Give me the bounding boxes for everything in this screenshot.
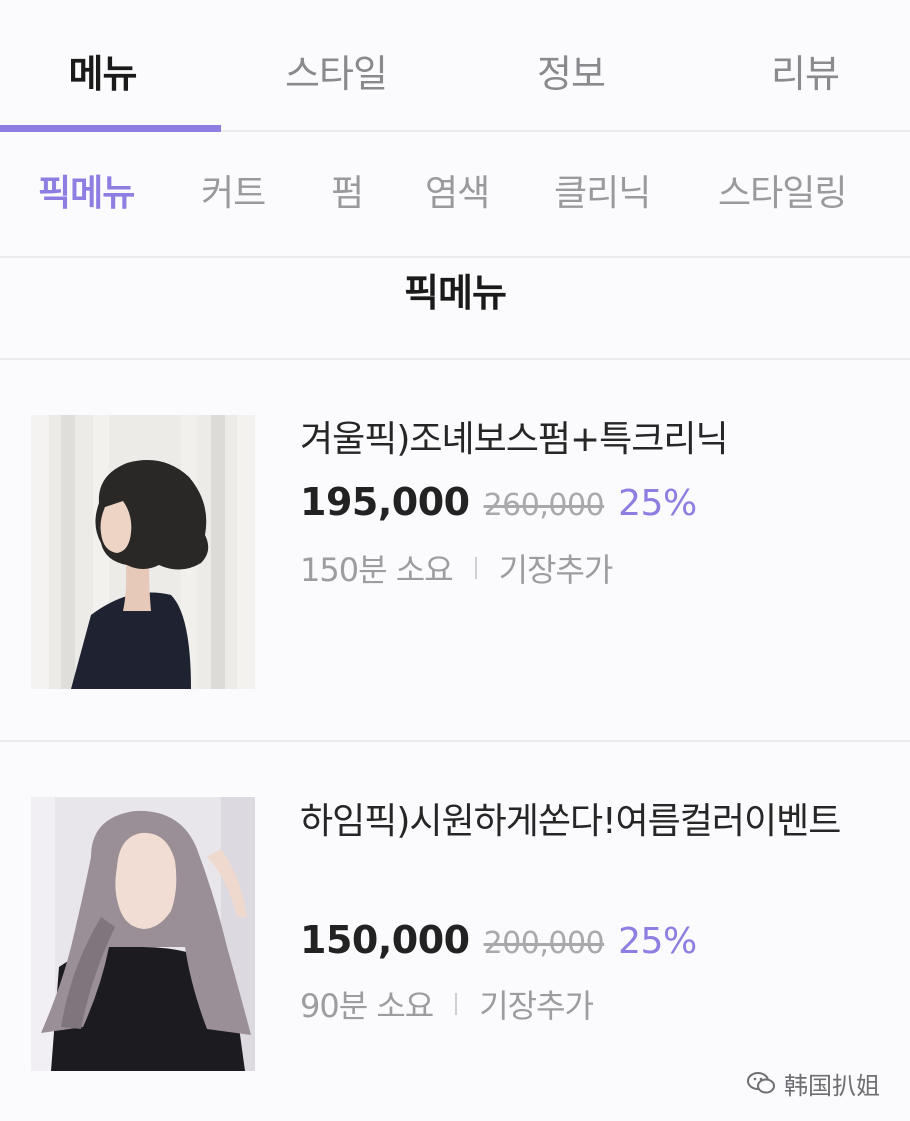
item-name[interactable]: 하임픽)시원하게쏜다!여름컬러이벤트 bbox=[300, 797, 880, 847]
bob-perm-photo bbox=[31, 415, 255, 689]
item-thumbnail[interactable] bbox=[31, 415, 255, 689]
price-row: 195,000 260,000 25% bbox=[300, 480, 697, 530]
category-tab-pick-menu[interactable]: 픽메뉴 bbox=[38, 166, 135, 222]
top-tab-bar: 메뉴 스타일 정보 리뷰 bbox=[0, 0, 910, 132]
meta-row: 90분 소요 기장추가 bbox=[300, 982, 594, 1026]
meta-row: 150분 소요 기장추가 bbox=[300, 546, 614, 590]
wechat-icon bbox=[747, 1072, 775, 1094]
discount-rate: 25% bbox=[618, 921, 697, 962]
watermark: 韩国扒姐 bbox=[746, 1063, 880, 1103]
meta-divider bbox=[455, 993, 458, 1015]
tab-style[interactable]: 스타일 bbox=[236, 44, 436, 104]
extra-option-text: 기장추가 bbox=[479, 987, 594, 1025]
item-thumbnail[interactable] bbox=[31, 797, 255, 1071]
meta-divider bbox=[474, 557, 477, 579]
category-tab-cut[interactable]: 커트 bbox=[201, 166, 266, 222]
tab-review[interactable]: 리뷰 bbox=[705, 44, 905, 104]
category-tab-color[interactable]: 염색 bbox=[425, 166, 490, 222]
tab-menu[interactable]: 메뉴 bbox=[0, 44, 205, 104]
menu-page: 메뉴 스타일 정보 리뷰 픽메뉴 커트 펌 염색 클리닉 스타일링 픽메뉴 겨울… bbox=[0, 0, 910, 1121]
watermark-text: 韩国扒姐 bbox=[784, 1071, 880, 1100]
sale-price: 150,000 bbox=[300, 918, 470, 962]
category-tab-bar: 픽메뉴 커트 펌 염색 클리닉 스타일링 bbox=[0, 132, 910, 258]
category-tab-styling[interactable]: 스타일링 bbox=[718, 166, 847, 222]
original-price: 260,000 bbox=[483, 488, 605, 523]
active-tab-indicator bbox=[0, 125, 221, 132]
price-row: 150,000 200,000 25% bbox=[300, 918, 697, 968]
duration-text: 150분 소요 bbox=[300, 551, 454, 589]
tab-info[interactable]: 정보 bbox=[471, 44, 671, 104]
original-price: 200,000 bbox=[483, 926, 605, 961]
long-hair-color-photo bbox=[31, 797, 255, 1071]
discount-rate: 25% bbox=[618, 483, 697, 524]
section-title: 픽메뉴 bbox=[0, 258, 910, 360]
item-name[interactable]: 겨울픽)조녜보스펌+특크리닉 bbox=[300, 415, 880, 465]
menu-item[interactable]: 겨울픽)조녜보스펌+특크리닉 195,000 260,000 25% 150분 … bbox=[0, 360, 910, 742]
extra-option-text: 기장추가 bbox=[498, 551, 614, 589]
duration-text: 90분 소요 bbox=[300, 987, 434, 1025]
category-tab-perm[interactable]: 펌 bbox=[331, 166, 364, 222]
category-tab-clinic[interactable]: 클리닉 bbox=[554, 166, 651, 222]
sale-price: 195,000 bbox=[300, 480, 470, 524]
